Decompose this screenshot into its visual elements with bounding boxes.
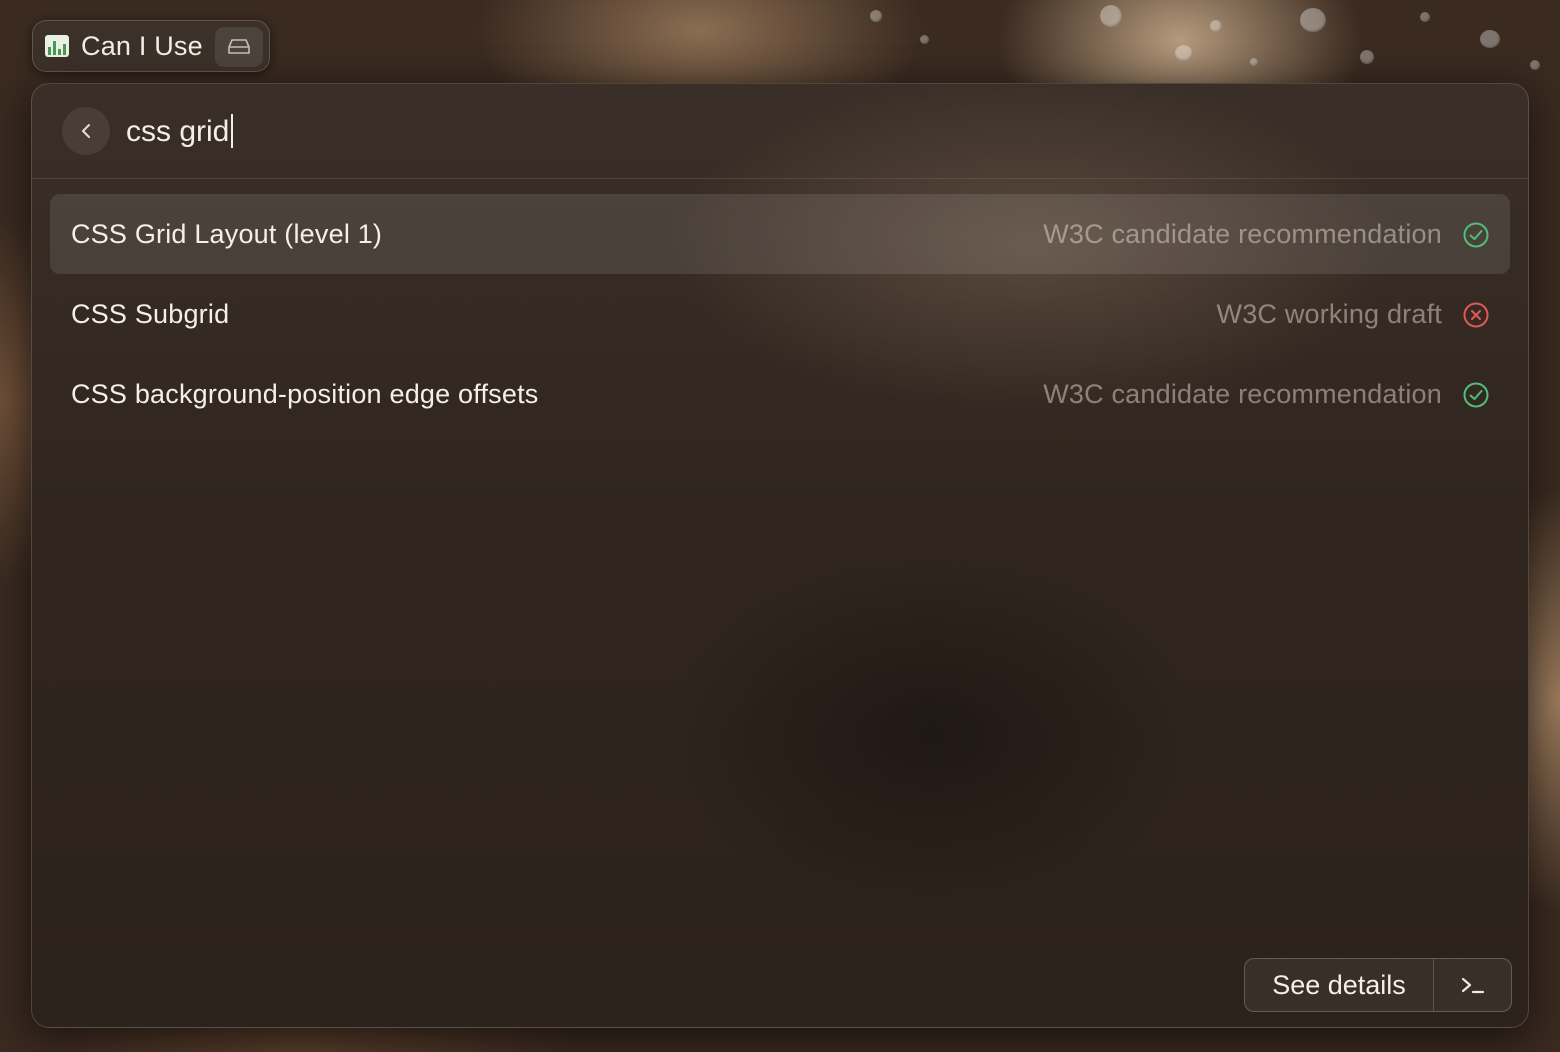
result-title: CSS background-position edge offsets xyxy=(71,378,539,409)
search-bar xyxy=(32,84,1528,179)
result-title: CSS Subgrid xyxy=(71,298,230,329)
chevron-left-icon xyxy=(82,124,90,138)
extension-title: Can I Use xyxy=(81,30,203,61)
check-circle-icon xyxy=(1463,222,1489,248)
extension-pill[interactable]: Can I Use xyxy=(32,20,270,72)
result-status: W3C candidate recommendation xyxy=(1043,378,1442,409)
result-status: W3C working draft xyxy=(1216,298,1442,329)
terminal-icon xyxy=(1461,977,1484,994)
result-row[interactable]: CSS background-position edge offsets W3C… xyxy=(50,354,1510,434)
text-caret xyxy=(231,114,233,148)
drive-icon xyxy=(228,39,250,54)
terminal-button[interactable] xyxy=(1434,959,1511,1011)
check-circle-icon xyxy=(1463,382,1489,408)
back-button[interactable] xyxy=(62,107,110,155)
command-window: CSS Grid Layout (level 1) W3C candidate … xyxy=(31,83,1529,1028)
result-status: W3C candidate recommendation xyxy=(1043,218,1442,249)
search-input[interactable] xyxy=(126,112,1026,152)
result-title: CSS Grid Layout (level 1) xyxy=(71,218,383,249)
result-row[interactable]: CSS Grid Layout (level 1) W3C candidate … xyxy=(50,194,1510,274)
drive-button[interactable] xyxy=(215,27,263,67)
x-circle-icon xyxy=(1463,302,1489,328)
result-row[interactable]: CSS Subgrid W3C working draft xyxy=(50,274,1510,354)
see-details-button[interactable]: See details xyxy=(1245,959,1434,1011)
chart-logo-icon xyxy=(45,35,69,57)
action-bar: See details xyxy=(1244,958,1512,1012)
results-list: CSS Grid Layout (level 1) W3C candidate … xyxy=(50,194,1510,434)
